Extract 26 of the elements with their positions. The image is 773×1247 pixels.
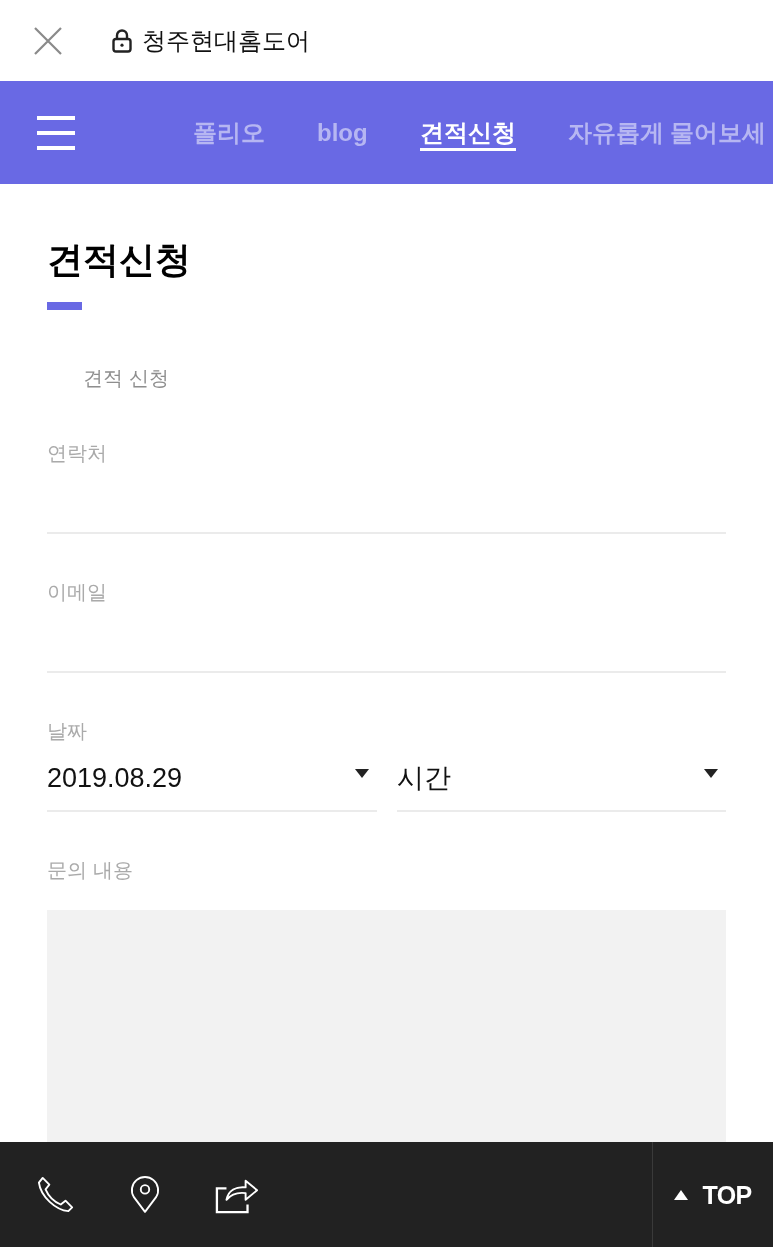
select-value: 2019.08.29	[47, 762, 183, 795]
lock-icon	[112, 28, 132, 53]
section-label: 견적 신청	[83, 366, 170, 391]
nav-link[interactable]: 견적신청	[419, 114, 516, 151]
caret-icon	[704, 769, 718, 778]
select-field[interactable]: 2019.08.29	[47, 745, 377, 812]
triangle-up-icon	[674, 1189, 689, 1200]
field-label: 날짜	[47, 719, 88, 744]
close-icon[interactable]	[34, 26, 62, 55]
location-pin-icon[interactable]	[130, 1175, 160, 1214]
select-field[interactable]: 시간	[396, 745, 726, 812]
field-label: 문의 내용	[47, 858, 134, 883]
select-value: 시간	[396, 762, 451, 795]
heading: 견적신청	[47, 238, 192, 282]
nav-link[interactable]: 폴리오	[193, 114, 265, 151]
caret-icon	[354, 769, 369, 778]
nav-link[interactable]: 자유롭게 물어보세	[567, 114, 767, 151]
nav-link[interactable]: blog	[317, 114, 368, 151]
phone-icon[interactable]	[37, 1175, 75, 1214]
field-label: 이메일	[47, 580, 108, 605]
textarea-field[interactable]	[47, 910, 726, 1142]
field-label: 연락처	[47, 441, 108, 466]
page-title: 청주현대홈도어	[142, 25, 310, 56]
menu-icon[interactable]	[37, 115, 75, 150]
back-to-top-button[interactable]: TOP	[652, 1142, 773, 1247]
accent-bar	[47, 302, 82, 310]
